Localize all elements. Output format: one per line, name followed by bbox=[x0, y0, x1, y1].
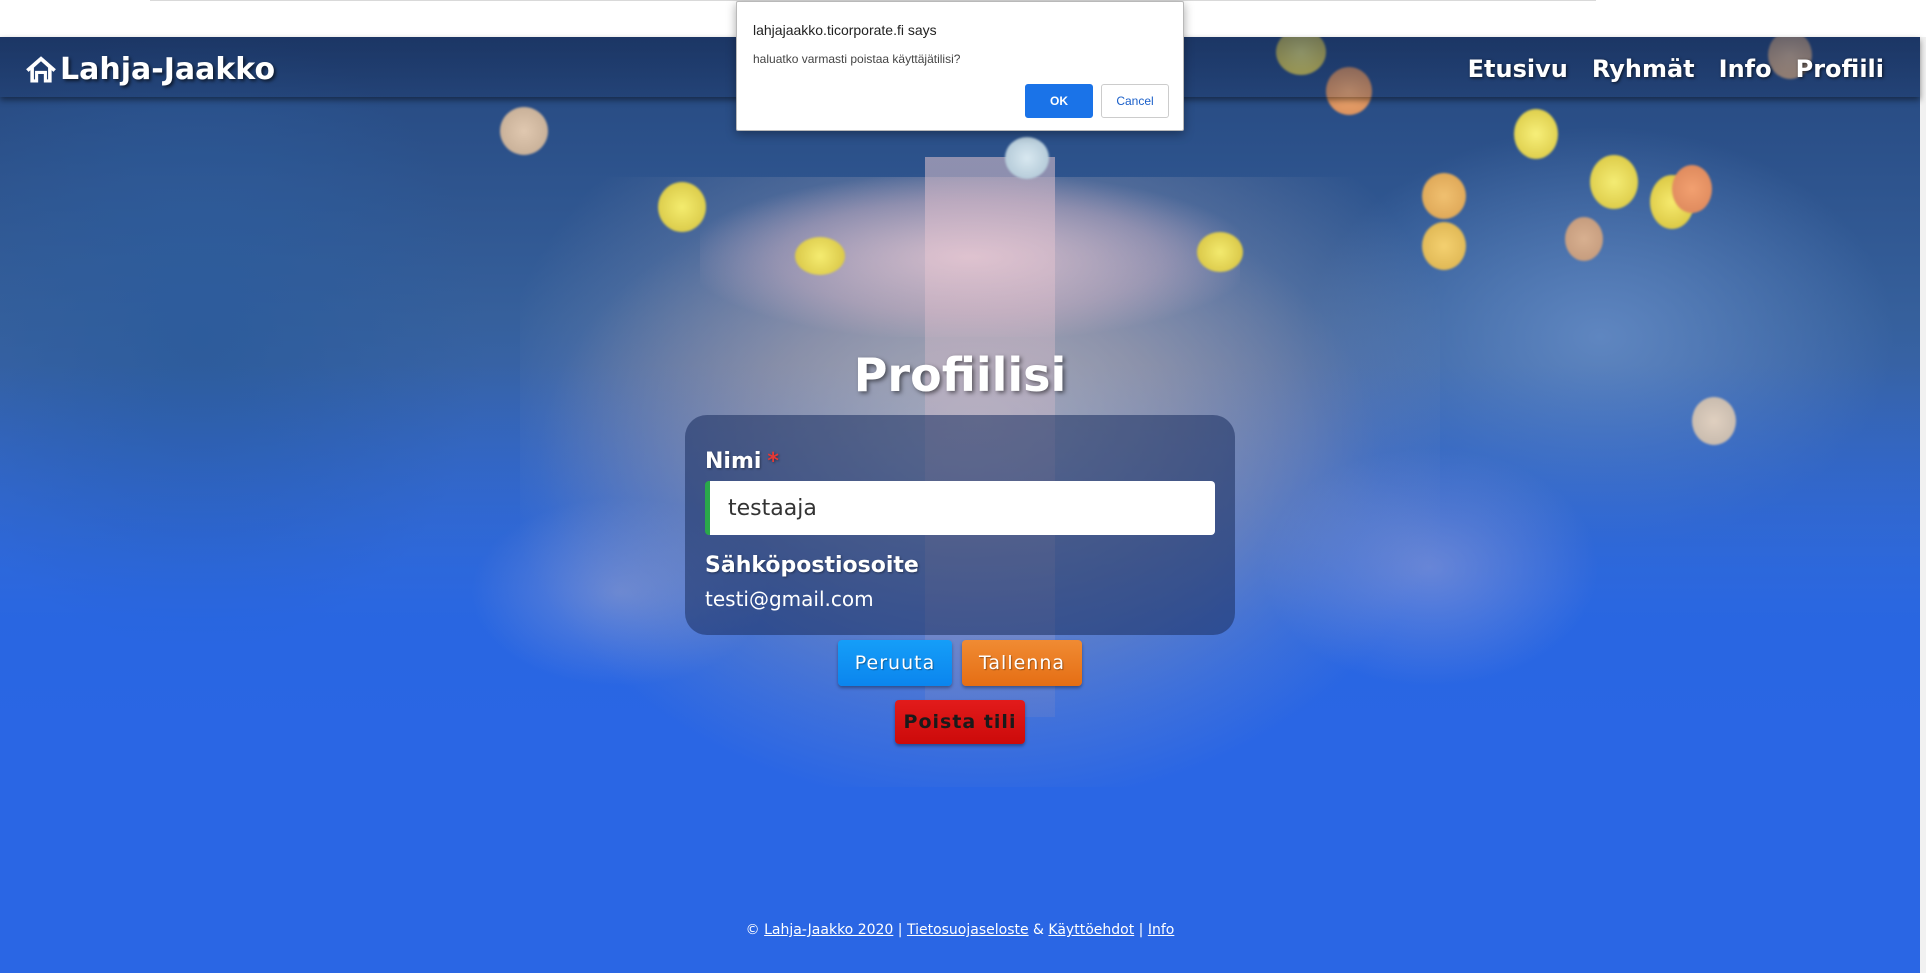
brand-name: Lahja-Jaakko bbox=[60, 51, 276, 87]
nav-link-profiili[interactable]: Profiili bbox=[1796, 55, 1884, 83]
bokeh-light bbox=[1197, 232, 1243, 272]
dialog-cancel-button[interactable]: Cancel bbox=[1101, 84, 1169, 118]
required-marker: * bbox=[767, 449, 779, 474]
brand-logo[interactable]: Lahja-Jaakko bbox=[24, 51, 275, 87]
bokeh-light bbox=[1422, 173, 1466, 219]
confirm-dialog: lahjajaakko.ticorporate.fi says haluatko… bbox=[736, 1, 1184, 131]
browser-viewport: Lahja-Jaakko Etusivu Ryhmät Info Profiil… bbox=[0, 0, 1926, 973]
email-label: Sähköpostiosoite bbox=[705, 553, 919, 578]
nav-link-info[interactable]: Info bbox=[1719, 55, 1772, 83]
dialog-message: haluatko varmasti poistaa käyttäjätilisi… bbox=[753, 52, 961, 66]
name-label-text: Nimi bbox=[705, 449, 762, 474]
footer-separator: | bbox=[1138, 922, 1144, 938]
dialog-ok-button[interactable]: OK bbox=[1025, 84, 1093, 118]
home-icon bbox=[26, 56, 56, 83]
profile-card: Nimi* Sähköpostiosoite testi@gmail.com bbox=[685, 415, 1235, 635]
nav-links: Etusivu Ryhmät Info Profiili bbox=[1468, 55, 1884, 83]
footer-link-info[interactable]: Info bbox=[1148, 922, 1175, 938]
bokeh-light bbox=[1590, 155, 1638, 209]
copyright-symbol: © bbox=[745, 922, 760, 938]
footer-link-privacy[interactable]: Tietosuojaseloste bbox=[907, 922, 1029, 938]
page-title: Profiilisi bbox=[853, 348, 1067, 402]
name-input[interactable] bbox=[705, 481, 1215, 535]
bokeh-light bbox=[1672, 165, 1712, 213]
bokeh-light bbox=[1005, 137, 1049, 179]
bokeh-light bbox=[795, 237, 845, 275]
delete-account-button[interactable]: Poista tili bbox=[895, 700, 1025, 744]
email-value: testi@gmail.com bbox=[705, 587, 874, 611]
dialog-title: lahjajaakko.ticorporate.fi says bbox=[753, 22, 937, 38]
scrollbar[interactable] bbox=[1920, 37, 1926, 973]
footer-link-brand[interactable]: Lahja-Jaakko 2020 bbox=[764, 922, 893, 938]
bokeh-light bbox=[1514, 109, 1558, 159]
footer-link-terms[interactable]: Käyttöehdot bbox=[1048, 922, 1134, 938]
background-bow bbox=[700, 177, 1240, 337]
nav-link-etusivu[interactable]: Etusivu bbox=[1468, 55, 1568, 83]
bokeh-light bbox=[1422, 222, 1466, 270]
bokeh-light bbox=[500, 107, 548, 155]
bokeh-light bbox=[1565, 217, 1603, 261]
cancel-button[interactable]: Peruuta bbox=[838, 640, 952, 686]
bokeh-light bbox=[1692, 397, 1736, 445]
footer: © Lahja-Jaakko 2020 | Tietosuojaseloste … bbox=[0, 922, 1920, 938]
footer-separator: | bbox=[897, 922, 903, 938]
footer-ampersand: & bbox=[1033, 922, 1044, 938]
save-button[interactable]: Tallenna bbox=[962, 640, 1082, 686]
name-label: Nimi * bbox=[705, 449, 779, 474]
bokeh-light bbox=[658, 182, 706, 232]
nav-link-ryhmat[interactable]: Ryhmät bbox=[1592, 55, 1695, 83]
